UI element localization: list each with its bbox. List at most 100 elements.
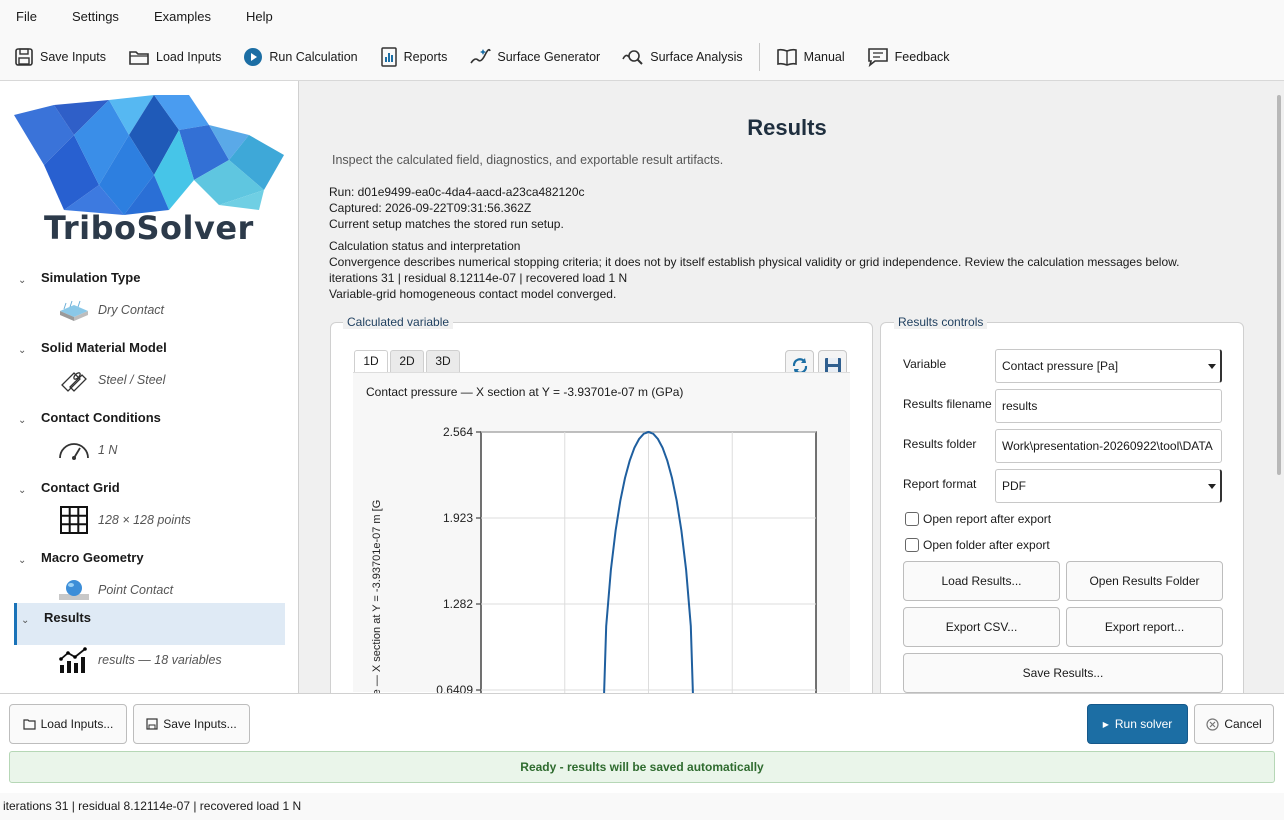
status-bar: iterations 31 | residual 8.12114e-07 | r… <box>0 793 1284 820</box>
save-results-button[interactable]: Save Results... <box>903 653 1223 693</box>
results-filename-label: Results filename <box>903 397 992 411</box>
toolbar: Save Inputs Load Inputs Run Calculation … <box>0 33 1284 81</box>
save-icon <box>146 718 158 730</box>
load-results-button[interactable]: Load Results... <box>903 561 1060 601</box>
manual-tool[interactable]: Manual <box>776 47 845 67</box>
grid-icon <box>60 506 88 534</box>
y-tick-label: 0.6409 <box>436 683 473 693</box>
load-inputs-label: Load Inputs <box>156 49 222 64</box>
setup-status: Current setup matches the stored run set… <box>329 217 564 231</box>
variable-select[interactable]: Contact pressure [Pa] <box>995 349 1222 383</box>
save-icon <box>15 47 33 66</box>
results-controls-group: Results controls Variable Contact pressu… <box>880 315 1244 693</box>
toolbar-separator <box>758 42 760 71</box>
play-icon: ▶ <box>1102 719 1109 729</box>
open-report-checkbox[interactable]: Open report after export <box>905 512 1051 526</box>
surface-generator-label: Surface Generator <box>497 49 601 64</box>
bottom-panel: Load Inputs... Save Inputs... ▶ Run solv… <box>0 693 1284 793</box>
menu-settings[interactable]: Settings <box>62 9 129 24</box>
surface-analysis-icon <box>622 49 643 65</box>
feedback-tool[interactable]: Feedback <box>867 47 950 67</box>
simulation-type-value: Dry Contact <box>98 303 164 317</box>
surface-analysis-tool[interactable]: Surface Analysis <box>622 47 743 67</box>
solid-material-value: Steel / Steel <box>98 373 166 387</box>
sidebar-item-results[interactable]: ⌄ Results <box>14 603 285 645</box>
export-csv-button[interactable]: Export CSV... <box>903 607 1060 647</box>
report-format-select[interactable]: PDF <box>995 469 1222 503</box>
checkbox-box[interactable] <box>905 538 919 552</box>
main-panel: Results Inspect the calculated field, di… <box>300 81 1274 693</box>
folder-icon <box>129 50 149 65</box>
line-chart: 2.564 1.923 1.282 0.6409 pressure — X secti… <box>371 425 817 693</box>
contact-conditions-value: 1 N <box>98 443 118 457</box>
open-results-folder-button[interactable]: Open Results Folder <box>1066 561 1223 601</box>
run-calculation-label: Run Calculation <box>269 49 358 64</box>
sidebar-sub-contact-conditions[interactable]: 1 N <box>58 436 117 464</box>
sidebar-sub-simulation-type[interactable]: Dry Contact <box>58 296 164 324</box>
sidebar: TriboSolver ⌄ Simulation Type Dry Contac… <box>0 81 299 693</box>
sidebar-sub-macro-geometry[interactable]: Point Contact <box>58 576 173 604</box>
chevron-down-icon: ⌄ <box>18 485 27 496</box>
export-report-button[interactable]: Export report... <box>1066 607 1223 647</box>
sidebar-sub-contact-grid[interactable]: 128 × 128 points <box>58 506 191 534</box>
results-filename-input[interactable]: results <box>995 389 1222 423</box>
manual-label: Manual <box>803 49 845 64</box>
tab-2d[interactable]: 2D <box>390 350 424 372</box>
surface-generator-icon <box>470 48 492 63</box>
results-folder-label: Results folder <box>903 437 977 451</box>
status-message: Ready - results will be saved automatica… <box>9 751 1275 783</box>
run-solver-button[interactable]: ▶ Run solver <box>1087 704 1188 744</box>
cancel-icon <box>1206 717 1219 731</box>
gauge-icon <box>59 443 89 460</box>
sidebar-item-label: Contact Conditions <box>41 410 161 425</box>
tab-1d[interactable]: 1D <box>354 350 388 372</box>
bottom-save-inputs-label: Save Inputs... <box>163 717 237 731</box>
sidebar-item-contact-conditions[interactable]: ⌄ Contact Conditions <box>14 403 285 445</box>
open-folder-checkbox[interactable]: Open folder after export <box>905 538 1050 552</box>
sidebar-item-label: Simulation Type <box>41 270 141 285</box>
reports-tool[interactable]: Reports <box>380 46 448 67</box>
bottom-load-inputs-label: Load Inputs... <box>40 717 114 731</box>
plot-tabs: 1D 2D 3D <box>354 350 462 372</box>
menu-help[interactable]: Help <box>236 9 283 24</box>
calc-status-heading: Calculation status and interpretation <box>329 239 521 253</box>
calculated-variable-title: Calculated variable <box>343 315 454 329</box>
load-inputs-tool[interactable]: Load Inputs <box>128 47 221 67</box>
sidebar-item-label: Macro Geometry <box>41 550 144 565</box>
page-subtitle: Inspect the calculated field, diagnostic… <box>332 153 724 167</box>
feedback-label: Feedback <box>894 49 950 64</box>
cancel-button[interactable]: Cancel <box>1194 704 1274 744</box>
converged-line: Variable-grid homogeneous contact model … <box>329 287 617 301</box>
open-report-label: Open report after export <box>923 512 1052 526</box>
calculated-variable-group: Calculated variable 1D 2D 3D Contact pre… <box>330 315 873 693</box>
save-inputs-tool[interactable]: Save Inputs <box>14 47 106 67</box>
surface-generator-tool[interactable]: Surface Generator <box>469 47 600 67</box>
chevron-down-icon: ⌄ <box>18 345 27 356</box>
chart-icon <box>59 647 87 673</box>
chevron-down-icon: ⌄ <box>18 415 27 426</box>
tab-3d[interactable]: 3D <box>426 350 460 372</box>
play-icon <box>244 47 263 66</box>
cancel-label: Cancel <box>1224 717 1262 731</box>
contact-grid-value: 128 × 128 points <box>98 513 191 527</box>
logo-text: TriboSolver <box>44 209 254 247</box>
run-calculation-tool[interactable]: Run Calculation <box>243 47 358 67</box>
menu-examples[interactable]: Examples <box>144 9 221 24</box>
scrollbar-thumb[interactable] <box>1277 95 1281 475</box>
chevron-down-icon: ⌄ <box>18 275 27 286</box>
reports-label: Reports <box>403 49 448 64</box>
y-axis-label: pressure — X section at Y = -3.93701e-07… <box>371 500 383 693</box>
sidebar-sub-solid-material[interactable]: Steel / Steel <box>58 366 165 394</box>
bottom-save-inputs-button[interactable]: Save Inputs... <box>133 704 250 744</box>
bottom-load-inputs-button[interactable]: Load Inputs... <box>9 704 127 744</box>
menu-file[interactable]: File <box>6 9 47 24</box>
results-folder-input[interactable]: Work\presentation-20260922\tool\DATA <box>995 429 1222 463</box>
report-icon <box>380 46 397 67</box>
variable-label: Variable <box>903 357 947 371</box>
folder-icon <box>23 719 36 730</box>
menu-bar: File Settings Examples Help <box>0 0 1284 33</box>
checkbox-box[interactable] <box>905 512 919 526</box>
main-scrollbar[interactable] <box>1274 81 1284 693</box>
run-solver-label: Run solver <box>1114 717 1173 731</box>
sidebar-sub-results[interactable]: results — 18 variables <box>58 646 222 674</box>
